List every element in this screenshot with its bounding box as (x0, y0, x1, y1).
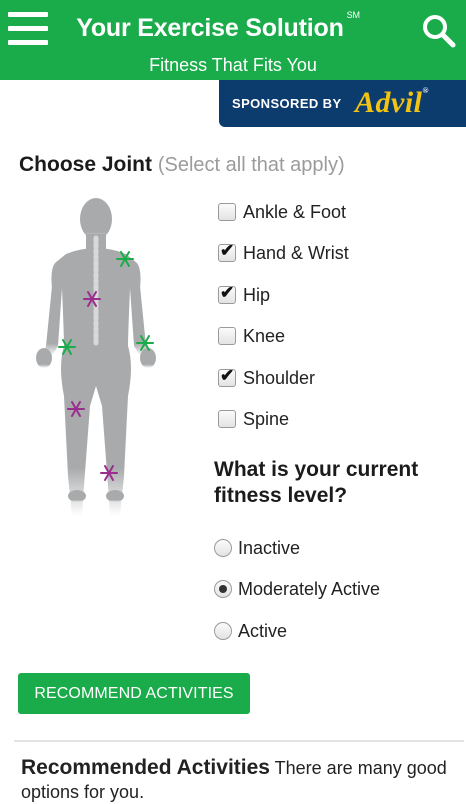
search-icon[interactable] (422, 14, 456, 48)
choose-joint-heading: Choose Joint (Select all that apply) (19, 153, 345, 176)
fitness-option-moderately-active[interactable]: Moderately Active (214, 574, 380, 604)
checkbox[interactable] (218, 203, 236, 221)
checkbox[interactable] (218, 327, 236, 345)
fitness-level-heading: What is your current fitness level? (214, 458, 419, 507)
app-title: Your Exercise Solution SM (76, 10, 360, 42)
radio-button[interactable] (214, 539, 232, 557)
joint-option-hip[interactable]: ✔ Hip (218, 280, 270, 310)
fitness-option-inactive[interactable]: Inactive (214, 533, 300, 563)
checkbox[interactable]: ✔ (218, 366, 236, 387)
choose-joint-hint: (Select all that apply) (157, 154, 345, 176)
radio-button[interactable] (214, 622, 232, 640)
joint-option-ankle-foot[interactable]: Ankle & Foot (218, 197, 346, 227)
sponsor-brand-logo: Advil® (355, 86, 429, 119)
service-mark: SM (346, 10, 360, 20)
section-divider (14, 740, 464, 742)
recommended-activities-section: Recommended Activities There are many go… (21, 756, 451, 804)
joint-option-hand-wrist[interactable]: ✔ Hand & Wrist (218, 238, 349, 268)
fitness-option-active[interactable]: Active (214, 616, 287, 646)
checkbox[interactable]: ✔ (218, 241, 236, 262)
checkbox[interactable] (218, 410, 236, 428)
checkbox[interactable]: ✔ (218, 283, 236, 304)
joint-option-shoulder[interactable]: ✔ Shoulder (218, 363, 315, 393)
joint-option-knee[interactable]: Knee (218, 321, 285, 351)
radio-button[interactable] (214, 580, 232, 598)
recommend-activities-button[interactable]: RECOMMEND ACTIVITIES (18, 673, 250, 714)
joint-option-spine[interactable]: Spine (218, 404, 289, 434)
recommended-activities-title: Recommended Activities (21, 756, 270, 779)
human-body-figure (24, 196, 168, 528)
app-subtitle: Fitness That Fits You (149, 55, 317, 75)
sponsor-label: SPONSORED BY (232, 96, 342, 111)
app-header: Your Exercise Solution SM Fitness That Fi… (0, 0, 466, 80)
sponsor-banner[interactable]: SPONSORED BY Advil® (219, 80, 466, 127)
